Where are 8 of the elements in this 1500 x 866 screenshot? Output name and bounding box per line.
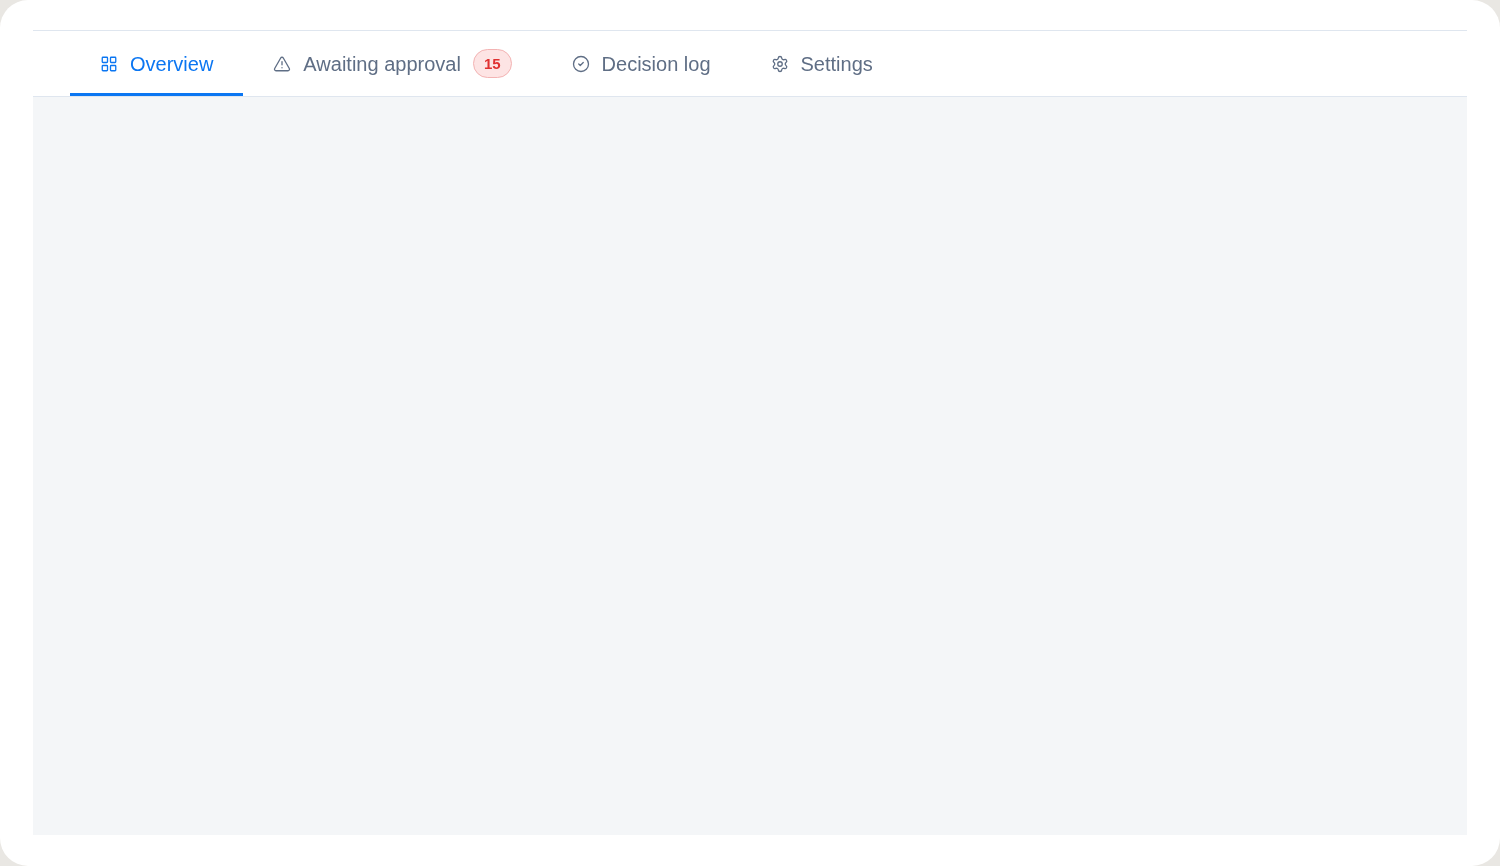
warning-icon	[273, 54, 292, 73]
tab[interactable]: Settings	[740, 31, 903, 96]
tab[interactable]: Decision log	[541, 31, 741, 96]
grid-icon	[100, 54, 118, 73]
count-badge: 15	[472, 49, 512, 78]
tab[interactable]: Awaiting approval 15	[243, 31, 542, 96]
check-circle-icon	[571, 54, 590, 73]
settings-icon	[770, 54, 789, 73]
